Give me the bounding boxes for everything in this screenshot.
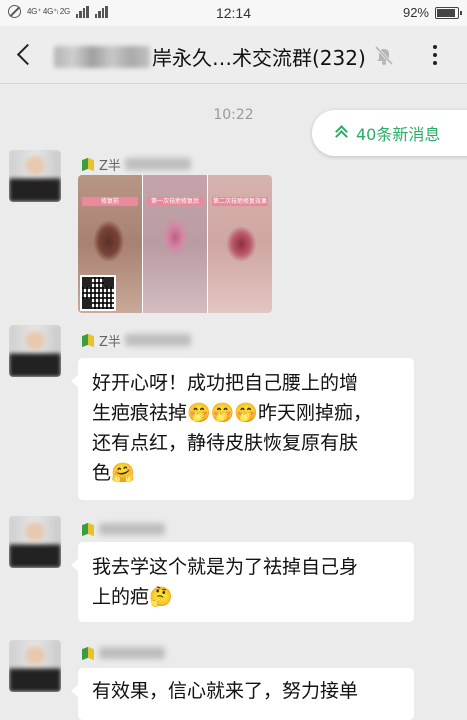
battery-percent: 92%: [402, 5, 429, 20]
avatar[interactable]: [9, 150, 61, 202]
blurred-title-prefix: [54, 45, 150, 68]
new-messages-button[interactable]: 40条新消息: [312, 110, 467, 156]
newbie-leaf-icon: [82, 158, 95, 171]
blurred-name: [124, 334, 191, 346]
double-chevron-up-icon: [334, 125, 348, 141]
sender-name: [82, 644, 165, 662]
photo-label: 修复前: [82, 197, 138, 206]
photo-label: 第二次祛疤修复效果: [212, 197, 268, 206]
hugging-emoji-icon: 🤗: [111, 462, 135, 484]
newbie-leaf-icon: [82, 334, 95, 347]
avatar[interactable]: [9, 640, 61, 692]
message-line: 上的疤🤔: [92, 582, 400, 612]
more-dots-icon[interactable]: [418, 40, 452, 70]
sender-name-text: Z半: [99, 334, 121, 350]
newbie-leaf-icon: [82, 647, 95, 660]
sender-name: Z半: [82, 155, 191, 174]
bell-mute-icon: [373, 44, 395, 66]
message-line: 生疤痕祛掉🤭🤭🤭昨天刚掉痂，: [92, 398, 400, 428]
hand-over-mouth-emoji-icon: 🤭🤭🤭: [187, 402, 258, 424]
status-time: 12:14: [215, 5, 252, 21]
after-first-photo: 第一次祛疤修复后: [143, 175, 207, 313]
chat-title: 岸永久 …术交流群(232): [54, 42, 366, 71]
message-line: 好开心呀！成功把自己腰上的增: [92, 372, 359, 394]
text-message[interactable]: 我去学这个就是为了祛掉自己身 上的疤🤔: [71, 542, 414, 622]
status-bar: 4G⁺ 4G⁺ₗ 2G 12:14 92%: [0, 0, 467, 26]
message-line: 我去学这个就是为了祛掉自己身: [92, 556, 359, 578]
status-right: 92%: [402, 5, 462, 20]
battery-icon: [435, 6, 462, 19]
message-line: 还有点红，静待皮肤恢复原有肤: [92, 432, 359, 454]
blurred-name: [99, 523, 165, 535]
chat-header: 岸永久 …术交流群(232): [0, 26, 467, 84]
after-second-photo: 第二次祛疤修复效果: [208, 175, 272, 313]
sender-name: Z半: [82, 331, 191, 350]
message-line: 有效果，信心就来了，努力接单: [92, 680, 359, 702]
sender-name-text: Z半: [99, 158, 121, 174]
message-line: 色🤗: [92, 458, 400, 488]
new-messages-label: 40条新消息: [356, 125, 441, 144]
thinking-emoji-icon: 🤔: [149, 586, 173, 608]
photo-label: 第一次祛疤修复后: [147, 197, 203, 206]
avatar[interactable]: [9, 325, 61, 377]
blurred-name: [124, 158, 191, 170]
text-message[interactable]: 有效果，信心就来了，努力接单: [71, 668, 414, 720]
back-arrow-icon[interactable]: [12, 40, 40, 70]
text-message[interactable]: 好开心呀！成功把自己腰上的增 生疤痕祛掉🤭🤭🤭昨天刚掉痂， 还有点红，静待皮肤恢…: [71, 358, 414, 500]
title-text: …术交流群(232): [212, 46, 366, 70]
qr-code: [80, 275, 116, 311]
sender-name: [82, 520, 165, 538]
avatar[interactable]: [9, 516, 61, 568]
newbie-leaf-icon: [82, 523, 95, 536]
title-prefix-text: 岸永久: [152, 46, 212, 70]
image-message[interactable]: 修复前 第一次祛疤修复后 第二次祛疤修复效果: [78, 175, 272, 313]
blurred-name: [99, 647, 165, 659]
